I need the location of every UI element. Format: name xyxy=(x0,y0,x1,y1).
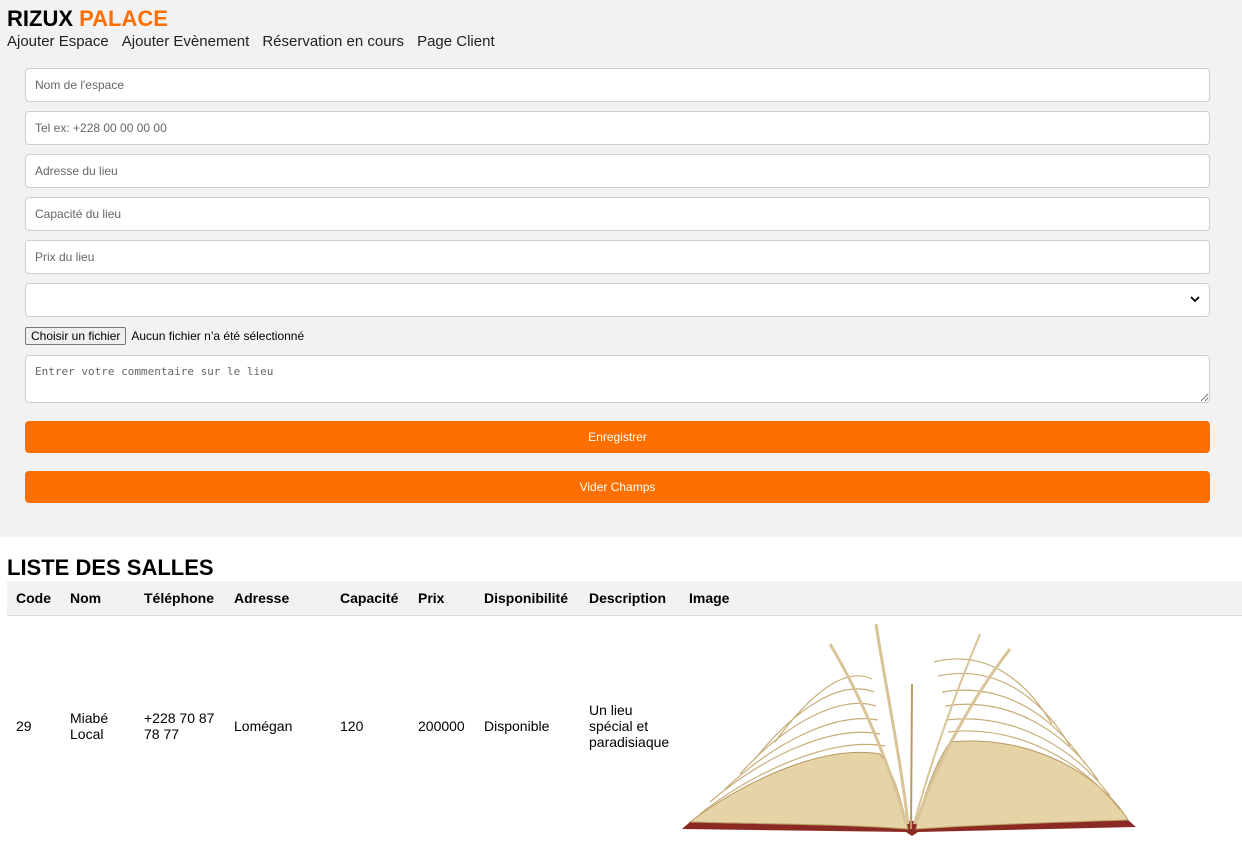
cell-disponibilite: Disponible xyxy=(484,718,550,734)
col-nom: Nom xyxy=(61,581,135,616)
cell-adresse: Lomégan xyxy=(234,718,293,734)
phone-input[interactable] xyxy=(25,111,1210,145)
save-button[interactable]: Enregistrer xyxy=(25,421,1210,453)
col-image: Image xyxy=(680,581,1242,616)
col-description: Description xyxy=(580,581,680,616)
cell-telephone: +228 70 87 78 77 xyxy=(144,710,215,742)
file-status-text: Aucun fichier n’a été sélectionné xyxy=(131,328,305,343)
cell-prix: 200000 xyxy=(418,718,465,734)
nav-reservation-en-cours[interactable]: Réservation en cours xyxy=(262,33,404,50)
cell-capacite: 120 xyxy=(340,718,364,734)
choose-file-button[interactable]: Choisir un fichier xyxy=(25,326,127,345)
cell-nom: Miabé Local xyxy=(70,710,109,742)
brand-name-part1: RIZUX xyxy=(7,6,73,31)
col-capacite: Capacité xyxy=(331,581,409,616)
availability-select-wrapper xyxy=(25,283,1210,317)
col-prix: Prix xyxy=(409,581,475,616)
table-header-row: Code Nom Téléphone Adresse Capacité Prix… xyxy=(7,581,1242,616)
price-input[interactable] xyxy=(25,240,1210,274)
rooms-table: Code Nom Téléphone Adresse Capacité Prix… xyxy=(7,581,1242,836)
brand-name-part2: PALACE xyxy=(79,6,168,31)
table-row: 29 Miabé Local +228 70 87 78 77 Lomégan … xyxy=(7,616,1242,836)
add-space-form: Choisir un fichier Aucun fichier n’a été… xyxy=(25,68,1210,521)
col-disponibilite: Disponibilité xyxy=(475,581,580,616)
nav-page-client[interactable]: Page Client xyxy=(417,33,495,50)
nav-ajouter-espace[interactable]: Ajouter Espace xyxy=(7,33,109,50)
comment-textarea[interactable] xyxy=(25,355,1210,403)
cell-image xyxy=(680,616,1242,836)
col-telephone: Téléphone xyxy=(135,581,225,616)
main-nav: Ajouter Espace Ajouter Evènement Réserva… xyxy=(7,33,495,50)
clear-fields-button[interactable]: Vider Champs xyxy=(25,471,1210,503)
open-book-image xyxy=(682,624,1136,836)
brand-logo: RIZUX PALACE xyxy=(7,6,168,32)
form-panel: RIZUX PALACE Ajouter Espace Ajouter Evèn… xyxy=(0,0,1242,537)
address-input[interactable] xyxy=(25,154,1210,188)
cell-description: Un lieu spécial et paradisiaque xyxy=(589,702,670,750)
col-code: Code xyxy=(7,581,61,616)
col-adresse: Adresse xyxy=(225,581,331,616)
availability-select[interactable] xyxy=(25,283,1210,317)
nav-ajouter-evenement[interactable]: Ajouter Evènement xyxy=(122,33,250,50)
list-title: LISTE DES SALLES xyxy=(7,555,214,580)
space-name-input[interactable] xyxy=(25,68,1210,102)
file-upload-row: Choisir un fichier Aucun fichier n’a été… xyxy=(25,326,1210,345)
capacity-input[interactable] xyxy=(25,197,1210,231)
cell-code: 29 xyxy=(16,718,32,734)
